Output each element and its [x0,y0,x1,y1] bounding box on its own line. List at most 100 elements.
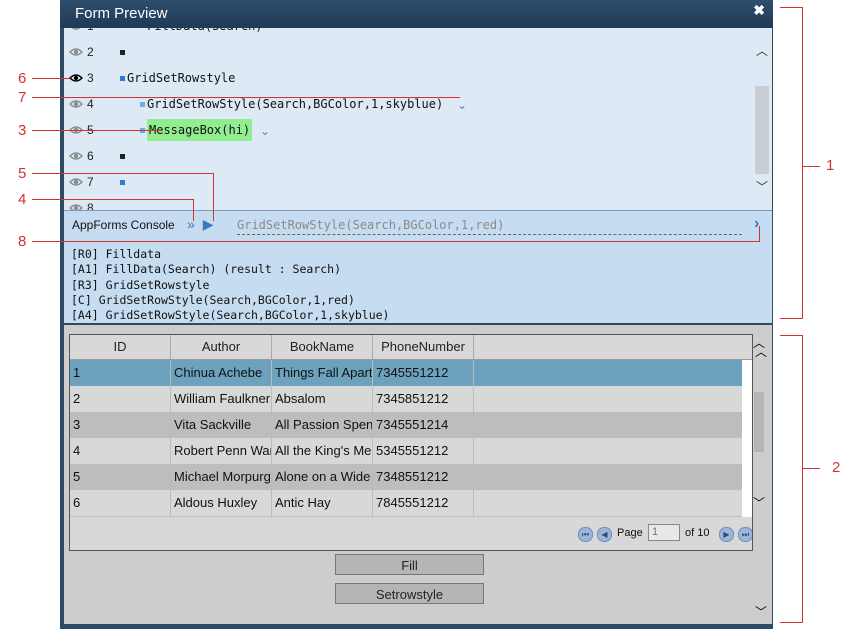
bracket-2-side [802,335,803,623]
console-log: [R0] Filldata [A1] FillData(Search) (res… [71,247,390,323]
eye-icon[interactable] [69,203,83,210]
table-cell: 7345551214 [373,412,474,438]
code-text: GridSetRowstyle [127,71,236,85]
table-row[interactable]: 4Robert Penn WarrenAll the King's Men534… [70,438,742,464]
table-cell: 4 [70,438,171,464]
table-cell: Vita Sackville [171,412,272,438]
callout-line-3 [32,130,162,131]
eye-icon[interactable] [69,99,83,109]
page-number-input[interactable]: 1 [648,524,680,541]
bracket-1-tick [802,166,820,167]
form-scroll-up-icon[interactable]: ︿ [754,343,768,360]
line-marker [120,50,125,55]
table-cell: 1 [70,360,171,386]
line-number: 6 [87,149,94,163]
line-marker [120,154,125,159]
eye-icon[interactable] [69,151,83,161]
table-row-selected[interactable]: 1 Chinua Achebe Things Fall Apart 734555121… [70,360,742,386]
code-text: MessageBox(hi) [147,119,253,141]
table-cell: Chinua Achebe [171,360,272,386]
annotation-8: 8 [18,233,27,250]
table-row[interactable]: 3 Vita Sackville All Passion Spent 73455512… [70,412,742,438]
scroll-up-icon[interactable]: ︿ [756,42,768,59]
annotation-6: 6 [18,70,27,87]
callout-line-7 [32,97,460,98]
scroll-down-icon[interactable]: ﹀ [756,178,768,195]
eye-icon[interactable] [69,177,83,187]
bracket-1-top [780,7,802,8]
first-page-icon[interactable]: ⏮ [578,527,593,542]
window-title: Form Preview [75,5,168,22]
table-row[interactable]: 6 Aldous Huxley Antic Hay 7845551212 [70,490,742,516]
annotation-2: 2 [832,459,841,476]
annotation-3: 3 [18,122,27,139]
chevron-down-icon[interactable]: ⌄ [457,98,467,112]
console-command-input[interactable]: GridSetRowStyle(Search,BGColor,1,red) [237,218,742,235]
callout-line-4-drop [193,199,194,221]
eye-icon[interactable] [69,73,83,83]
bracket-1-bottom [780,318,802,319]
chevron-down-icon[interactable]: ⌄ [260,124,270,138]
table-cell: 7348551212 [373,464,474,490]
code-text: FillData(Search) [147,28,263,33]
title-bar: Form Preview ✖ [60,0,773,28]
previous-page-icon[interactable]: ◀ [597,527,612,542]
editor-line[interactable]: 3 GridSetRowstyle [64,66,754,92]
line-marker [120,180,125,185]
table-cell: 7345851212 [373,386,474,412]
annotation-7: 7 [18,89,27,106]
line-marker [140,102,145,107]
grid-pager: ⏮ ◀ Page 1 of 10 ▶ ⏭ [70,517,752,550]
table-cell: 6 [70,490,171,516]
setrowstyle-button[interactable]: Setrowstyle [335,583,484,604]
table-cell: Aldous Huxley [171,490,272,516]
column-header-bookname[interactable]: BookName [272,335,373,359]
script-editor[interactable]: 1 FillData(Search) 2 3 GridSetRowstyle 4 GridS… [64,28,772,210]
bracket-2-top [780,335,802,336]
line-number: 2 [87,45,94,59]
column-header-author[interactable]: Author [171,335,272,359]
fill-button[interactable]: Fill [335,554,484,575]
eye-icon[interactable] [69,28,83,31]
callout-line-5 [32,173,214,174]
editor-line[interactable]: 5MessageBox(hi) [64,118,754,144]
annotation-5: 5 [18,165,27,182]
line-number: 3 [87,71,94,85]
close-icon[interactable]: ✖ [753,2,765,19]
grid-header: ID Author BookName PhoneNumber [70,335,752,360]
table-row[interactable]: 5 Michael Morpurgo Alone on a Wide 73485512… [70,464,742,490]
callout-line-6 [32,78,70,79]
callout-line-5-drop [213,173,214,221]
editor-line[interactable]: 2 [64,40,754,66]
data-grid: ID Author BookName PhoneNumber 1 Chinua A… [69,334,753,551]
table-cell: William Faulkner [171,386,272,412]
form-scrollbar[interactable]: ︿ ﹀ [754,335,768,619]
table-cell: Things Fall Apart [272,360,373,386]
last-page-icon[interactable]: ⏭ [738,527,752,542]
editor-line[interactable]: 4 GridSetRowStyle(Search,BGColor,1,skyblu… [64,92,754,118]
bracket-2-bottom [780,622,802,623]
annotation-4: 4 [18,191,27,208]
table-cell: Alone on a Wide [272,464,373,490]
column-header-id[interactable]: ID [70,335,171,359]
editor-scroll-thumb[interactable] [755,86,769,174]
code-text: GridSetRowStyle(Search,BGColor,1,skyblue… [147,97,444,111]
line-number: 4 [87,97,94,111]
form-scroll-down-icon[interactable]: ﹀ [754,603,768,620]
table-cell: All Passion Spent [272,412,373,438]
bracket-1-side [802,7,803,319]
table-cell: Robert Penn Warren [171,438,272,464]
table-cell: Absalom [272,386,373,412]
next-page-icon[interactable]: ▶ [719,527,734,542]
callout-line-8 [32,241,760,242]
editor-line[interactable]: 1 FillData(Search) [64,28,754,40]
editor-line[interactable]: 6 [64,144,754,170]
eye-icon[interactable] [69,47,83,57]
page-label: Page [617,527,643,539]
table-cell: Antic Hay [272,490,373,516]
form-preview-window: Form Preview ✖ 1FillData(Search)23GridSe… [60,0,773,629]
form-area: ID Author BookName PhoneNumber 1 Chinua A… [64,325,772,624]
table-row[interactable]: 2 William Faulkner Absalom 7345851212 [70,386,742,412]
column-header-phonenumber[interactable]: PhoneNumber [373,335,474,359]
run-icon[interactable]: ▶ [203,216,214,232]
